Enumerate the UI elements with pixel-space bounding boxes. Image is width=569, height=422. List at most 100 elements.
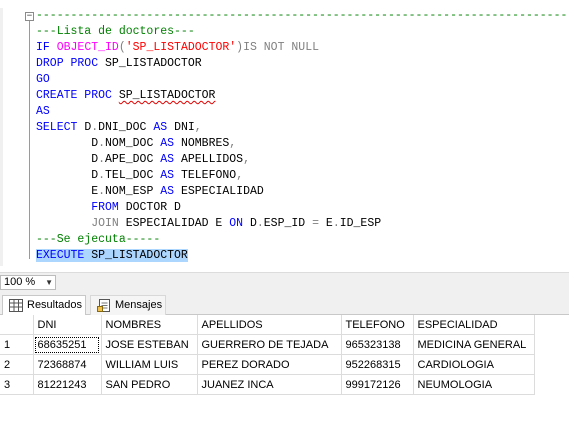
table-row[interactable]: 3 81221243 SAN PEDRO JUANEZ INCA 9991721… xyxy=(0,374,535,395)
results-table[interactable]: DNI NOMBRES APELLIDOS TELEFONO ESPECIALI… xyxy=(0,315,535,395)
code-line[interactable]: ----------------------------------------… xyxy=(36,8,569,24)
cell-apellidos[interactable]: GUERRERO DE TEJADA xyxy=(197,334,342,355)
code-line[interactable]: E.NOM_ESP AS ESPECIALIDAD xyxy=(36,184,264,200)
code-token: OBJECT_ID xyxy=(56,41,119,54)
code-token: DNI xyxy=(174,121,195,134)
code-token: . xyxy=(98,137,106,150)
code-token: D xyxy=(36,137,99,150)
results-tab-strip: Resultados Mensajes xyxy=(0,292,569,315)
code-line[interactable]: D.TEL_DOC AS TELEFONO, xyxy=(36,168,243,184)
code-token: E xyxy=(325,217,333,230)
column-header-dni[interactable]: DNI xyxy=(33,315,102,335)
cell-nombres[interactable]: SAN PEDRO xyxy=(101,374,198,395)
cell-telefono[interactable]: 999172126 xyxy=(341,374,414,395)
code-line[interactable]: JOIN ESPECIALIDAD E ON D.ESP_ID = E.ID_E… xyxy=(36,216,381,232)
cell-especialidad[interactable]: NEUMOLOGIA xyxy=(413,374,535,395)
row-number[interactable]: 1 xyxy=(0,334,34,355)
code-token: DOCTOR D xyxy=(125,201,181,214)
code-token: D xyxy=(36,169,99,182)
cell-dni[interactable]: 72368874 xyxy=(33,354,102,375)
corner-cell[interactable] xyxy=(0,315,34,335)
change-tracking-margin xyxy=(0,8,3,266)
table-row[interactable]: 2 72368874 WILLIAM LUIS PEREZ DORADO 952… xyxy=(0,354,535,375)
code-token: E xyxy=(36,185,99,198)
code-line[interactable]: AS xyxy=(36,104,50,120)
code-line[interactable]: EXECUTE SP_LISTADOCTOR xyxy=(36,248,188,264)
tab-messages-label: Mensajes xyxy=(115,299,163,311)
code-token: ( xyxy=(118,41,126,54)
code-token: , xyxy=(236,169,244,182)
cell-telefono[interactable]: 965323138 xyxy=(341,334,414,355)
code-token: . xyxy=(98,185,106,198)
collapse-outline-icon[interactable]: − xyxy=(25,12,34,21)
code-token: SP_LISTADOCTOR xyxy=(105,57,202,70)
message-document-icon xyxy=(97,299,110,312)
cell-nombres[interactable]: JOSE ESTEBAN xyxy=(101,334,198,355)
code-token: ESP_ID xyxy=(263,217,313,230)
chevron-down-icon[interactable]: ▼ xyxy=(45,276,53,289)
tab-results-label: Resultados xyxy=(27,299,83,311)
column-header-especialidad[interactable]: ESPECIALIDAD xyxy=(413,315,535,335)
code-token: , xyxy=(243,153,250,166)
code-line[interactable]: IF OBJECT_ID('SP_LISTADOCTOR')IS NOT NUL… xyxy=(36,40,319,56)
code-token: ----------------------------------------… xyxy=(36,9,569,22)
code-token: ---Se ejecuta----- xyxy=(36,233,161,246)
outline-guide xyxy=(29,21,30,259)
code-line[interactable]: ---Lista de doctores--- xyxy=(36,24,195,40)
cell-especialidad[interactable]: CARDIOLOGIA xyxy=(413,354,535,375)
code-line[interactable]: D.NOM_DOC AS NOMBRES, xyxy=(36,136,236,152)
code-token: AS xyxy=(153,121,175,134)
tab-messages[interactable]: Mensajes xyxy=(90,295,166,315)
code-token: AS xyxy=(36,105,50,118)
editor-status-bar: 100 % ▼ xyxy=(0,272,569,292)
code-line[interactable]: FROM DOCTOR D xyxy=(36,200,181,216)
column-header-apellidos[interactable]: APELLIDOS xyxy=(197,315,342,335)
cell-dni[interactable]: 68635251 xyxy=(33,334,102,355)
code-line[interactable]: GO xyxy=(36,72,50,88)
code-token: FROM xyxy=(36,201,126,214)
cell-apellidos[interactable]: JUANEZ INCA xyxy=(197,374,342,395)
code-token: CREATE PROC xyxy=(36,89,119,102)
code-token: IF xyxy=(36,41,57,54)
code-token: ---Lista de doctores--- xyxy=(36,25,195,38)
code-token: ESPECIALIDAD E xyxy=(125,217,230,230)
code-token: NOMBRES xyxy=(180,137,230,150)
code-line[interactable]: SELECT D.DNI_DOC AS DNI, xyxy=(36,120,202,136)
code-token: D xyxy=(36,153,99,166)
zoom-level-dropdown[interactable]: 100 % ▼ xyxy=(0,275,56,290)
cell-apellidos[interactable]: PEREZ DORADO xyxy=(197,354,342,375)
row-number[interactable]: 2 xyxy=(0,354,34,375)
code-token: ID_ESP xyxy=(339,217,382,230)
code-line[interactable]: ---Se ejecuta----- xyxy=(36,232,160,248)
code-token: SP_LISTADOCTOR xyxy=(91,249,188,262)
cell-telefono[interactable]: 952268315 xyxy=(341,354,414,375)
results-grid[interactable]: DNI NOMBRES APELLIDOS TELEFONO ESPECIALI… xyxy=(0,315,569,422)
code-line[interactable]: CREATE PROC SP_LISTADOCTOR xyxy=(36,88,215,104)
column-header-nombres[interactable]: NOMBRES xyxy=(101,315,198,335)
code-token: TEL_DOC xyxy=(105,169,161,182)
code-token: , xyxy=(194,121,202,134)
code-token: 'SP_LISTADOCTOR' xyxy=(125,41,237,54)
tab-results[interactable]: Resultados xyxy=(2,295,86,315)
code-token: ESPECIALIDAD xyxy=(180,185,264,198)
code-line[interactable]: DROP PROC SP_LISTADOCTOR xyxy=(36,56,202,72)
code-token: , xyxy=(229,137,237,150)
code-line[interactable]: D.APE_DOC AS APELLIDOS, xyxy=(36,152,250,168)
code-token: TELEFONO xyxy=(180,169,237,182)
row-number[interactable]: 3 xyxy=(0,374,34,395)
code-token: ON xyxy=(229,217,250,230)
cell-especialidad[interactable]: MEDICINA GENERAL xyxy=(413,334,535,355)
code-token: AS xyxy=(160,153,181,166)
cell-dni[interactable]: 81221243 xyxy=(33,374,102,395)
code-token: AS xyxy=(160,137,181,150)
query-editor[interactable]: − --------------------------------------… xyxy=(0,0,569,272)
cell-nombres[interactable]: WILLIAM LUIS xyxy=(101,354,198,375)
table-row[interactable]: 1 68635251 JOSE ESTEBAN GUERRERO DE TEJA… xyxy=(0,334,535,355)
code-token: GO xyxy=(36,73,50,86)
code-token: . xyxy=(256,217,264,230)
code-token: APE_DOC xyxy=(105,153,161,166)
code-token: AS xyxy=(160,169,181,182)
code-token: . xyxy=(98,169,106,182)
column-header-telefono[interactable]: TELEFONO xyxy=(341,315,414,335)
code-token: NOM_DOC xyxy=(105,137,161,150)
